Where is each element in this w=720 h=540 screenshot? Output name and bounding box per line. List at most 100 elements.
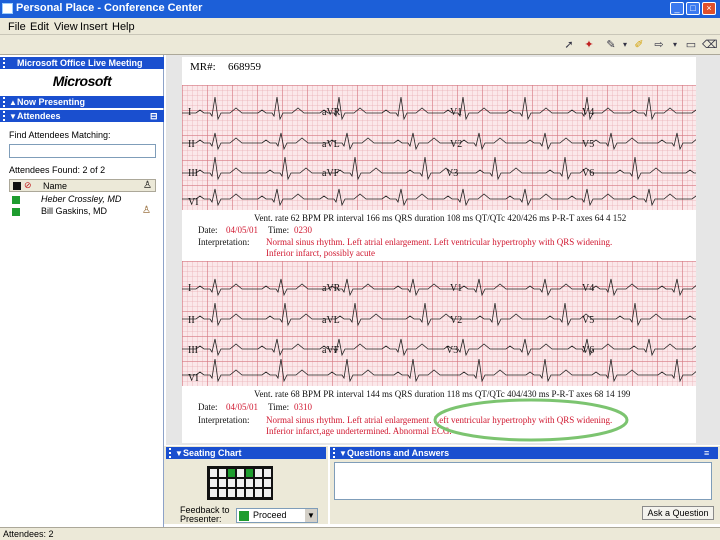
microsoft-logo: Microsoft <box>52 73 112 89</box>
close-button[interactable]: × <box>702 2 716 15</box>
seat[interactable] <box>219 479 226 487</box>
seat[interactable] <box>210 479 217 487</box>
proceed-icon <box>239 511 249 521</box>
question-input[interactable] <box>334 462 712 500</box>
attendees-bar-label: Attendees <box>17 111 61 121</box>
attendee-list: ⊘ Name ♙ Heber Crossley, MD Bill Gaskins… <box>9 179 156 229</box>
pointer-icon[interactable]: ➚ <box>562 38 576 52</box>
seat[interactable] <box>255 469 262 477</box>
grip-icon <box>3 97 7 107</box>
attendee-name: Bill Gaskins, MD <box>41 206 108 216</box>
presenter-icon: ♙ <box>142 205 151 216</box>
pen-icon[interactable]: ✎ <box>604 38 618 52</box>
expand-down-icon[interactable]: ▼ <box>175 448 183 460</box>
seating-chart-label: Seating Chart <box>183 448 242 458</box>
seat[interactable] <box>237 489 244 497</box>
name-column-header[interactable]: Name <box>43 181 67 191</box>
attendee-list-header: ⊘ Name ♙ <box>9 179 156 192</box>
menu-edit[interactable]: Edit <box>30 21 49 33</box>
feedback-select[interactable]: Proceed ▼ <box>236 508 318 523</box>
pen-dropdown-icon[interactable]: ▾ <box>618 38 632 52</box>
slide-scrollbar[interactable] <box>706 55 720 445</box>
status-column-icon[interactable] <box>13 182 21 190</box>
seat[interactable] <box>246 469 253 477</box>
status-bar: Attendees: 2 <box>0 527 720 540</box>
ask-question-label: Ask a Question <box>647 508 709 518</box>
status-indicator <box>12 196 20 204</box>
chevron-down-icon[interactable]: ▼ <box>305 509 317 522</box>
grip-icon <box>3 111 7 121</box>
find-attendees-input[interactable] <box>9 144 156 158</box>
expand-down-icon[interactable]: ▼ <box>339 448 347 460</box>
attendees-bar[interactable]: ▼ Attendees ⊟ <box>0 110 164 122</box>
seat[interactable] <box>264 489 271 497</box>
title-bar: Personal Place - Conference Center _ □ × <box>0 0 720 18</box>
seat[interactable] <box>237 479 244 487</box>
collapse-up-icon[interactable]: ▲ <box>9 97 17 109</box>
seat-grid[interactable] <box>207 466 273 500</box>
presentation-area: MR#: 668959 I aVR V1 V4 II aVL V2 V5 III… <box>166 55 720 445</box>
qa-panel: ▼ Questions and Answers ≡ Ask a Question <box>330 446 720 524</box>
annotation-layer <box>433 398 629 442</box>
status-indicator <box>12 208 20 216</box>
expand-down-icon[interactable]: ▼ <box>9 111 17 123</box>
qa-bar-label: Questions and Answers <box>347 448 450 458</box>
find-label: Find Attendees Matching: <box>9 130 111 140</box>
qa-bar[interactable]: ▼ Questions and Answers ≡ <box>330 447 718 459</box>
shape-dropdown-icon[interactable]: ▾ <box>668 38 682 52</box>
attendee-count: Attendees: 2 <box>3 529 54 539</box>
highlight-ellipse <box>433 398 629 442</box>
mic-column-icon[interactable]: ⊘ <box>24 180 32 191</box>
now-presenting-label: Now Presenting <box>17 97 86 107</box>
menu-view[interactable]: View <box>54 21 78 33</box>
seat[interactable] <box>264 479 271 487</box>
ecg-slide: MR#: 668959 I aVR V1 V4 II aVL V2 V5 III… <box>182 57 696 443</box>
seat[interactable] <box>210 469 217 477</box>
list-item[interactable]: Bill Gaskins, MD ♙ <box>9 205 156 218</box>
seat[interactable] <box>255 479 262 487</box>
seating-chart-bar[interactable]: ▼ Seating Chart <box>166 447 326 459</box>
maximize-button[interactable]: □ <box>686 2 700 15</box>
seat[interactable] <box>228 489 235 497</box>
seat[interactable] <box>219 469 226 477</box>
seat[interactable] <box>237 469 244 477</box>
now-presenting-bar[interactable]: ▲ Now Presenting <box>0 96 164 108</box>
seat[interactable] <box>228 479 235 487</box>
seating-chart-panel: ▼ Seating Chart Feedback to Presenter: P… <box>164 446 328 524</box>
seat[interactable] <box>246 489 253 497</box>
menu-insert[interactable]: Insert <box>80 21 108 33</box>
attendees-found-label: Attendees Found: 2 of 2 <box>9 165 106 175</box>
panel-menu-icon[interactable]: ⊟ <box>150 110 158 122</box>
attendee-name: Heber Crossley, MD <box>41 194 122 204</box>
shape-icon[interactable]: ⇨ <box>652 38 666 52</box>
eraser-icon[interactable]: ⌫ <box>702 38 718 52</box>
menu-bar: File Edit View Insert Help <box>0 18 720 35</box>
highlighter-icon[interactable]: ✐ <box>632 38 646 52</box>
grip-icon <box>333 448 337 458</box>
list-item[interactable]: Heber Crossley, MD <box>9 194 156 206</box>
grip-icon <box>3 58 7 68</box>
left-panel <box>0 55 164 527</box>
seat[interactable] <box>228 469 235 477</box>
minimize-button[interactable]: _ <box>670 2 684 15</box>
brand-box: Microsoft <box>0 68 164 94</box>
presenter-column-icon[interactable]: ♙ <box>143 180 152 191</box>
feedback-label: Feedback to Presenter: <box>180 505 230 524</box>
toolbar: ➚ ✦ ✎ ▾ ✐ ⇨ ▾ ▭ ⌫ <box>0 35 720 55</box>
menu-help[interactable]: Help <box>112 21 135 33</box>
ask-question-button[interactable]: Ask a Question <box>642 506 714 520</box>
menu-file[interactable]: File <box>8 21 26 33</box>
screen-icon[interactable]: ▭ <box>684 38 698 52</box>
panel-menu-icon[interactable]: ≡ <box>704 447 709 459</box>
seat[interactable] <box>219 489 226 497</box>
seat[interactable] <box>210 489 217 497</box>
session-bar-label: Microsoft Office Live Meeting <box>17 58 143 68</box>
seat[interactable] <box>264 469 271 477</box>
seat[interactable] <box>246 479 253 487</box>
window-title: Personal Place - Conference Center <box>16 2 203 14</box>
app-icon <box>2 3 13 14</box>
seat[interactable] <box>255 489 262 497</box>
laser-pointer-icon[interactable]: ✦ <box>582 38 596 52</box>
grip-icon <box>169 448 173 458</box>
feedback-value: Proceed <box>253 510 287 520</box>
